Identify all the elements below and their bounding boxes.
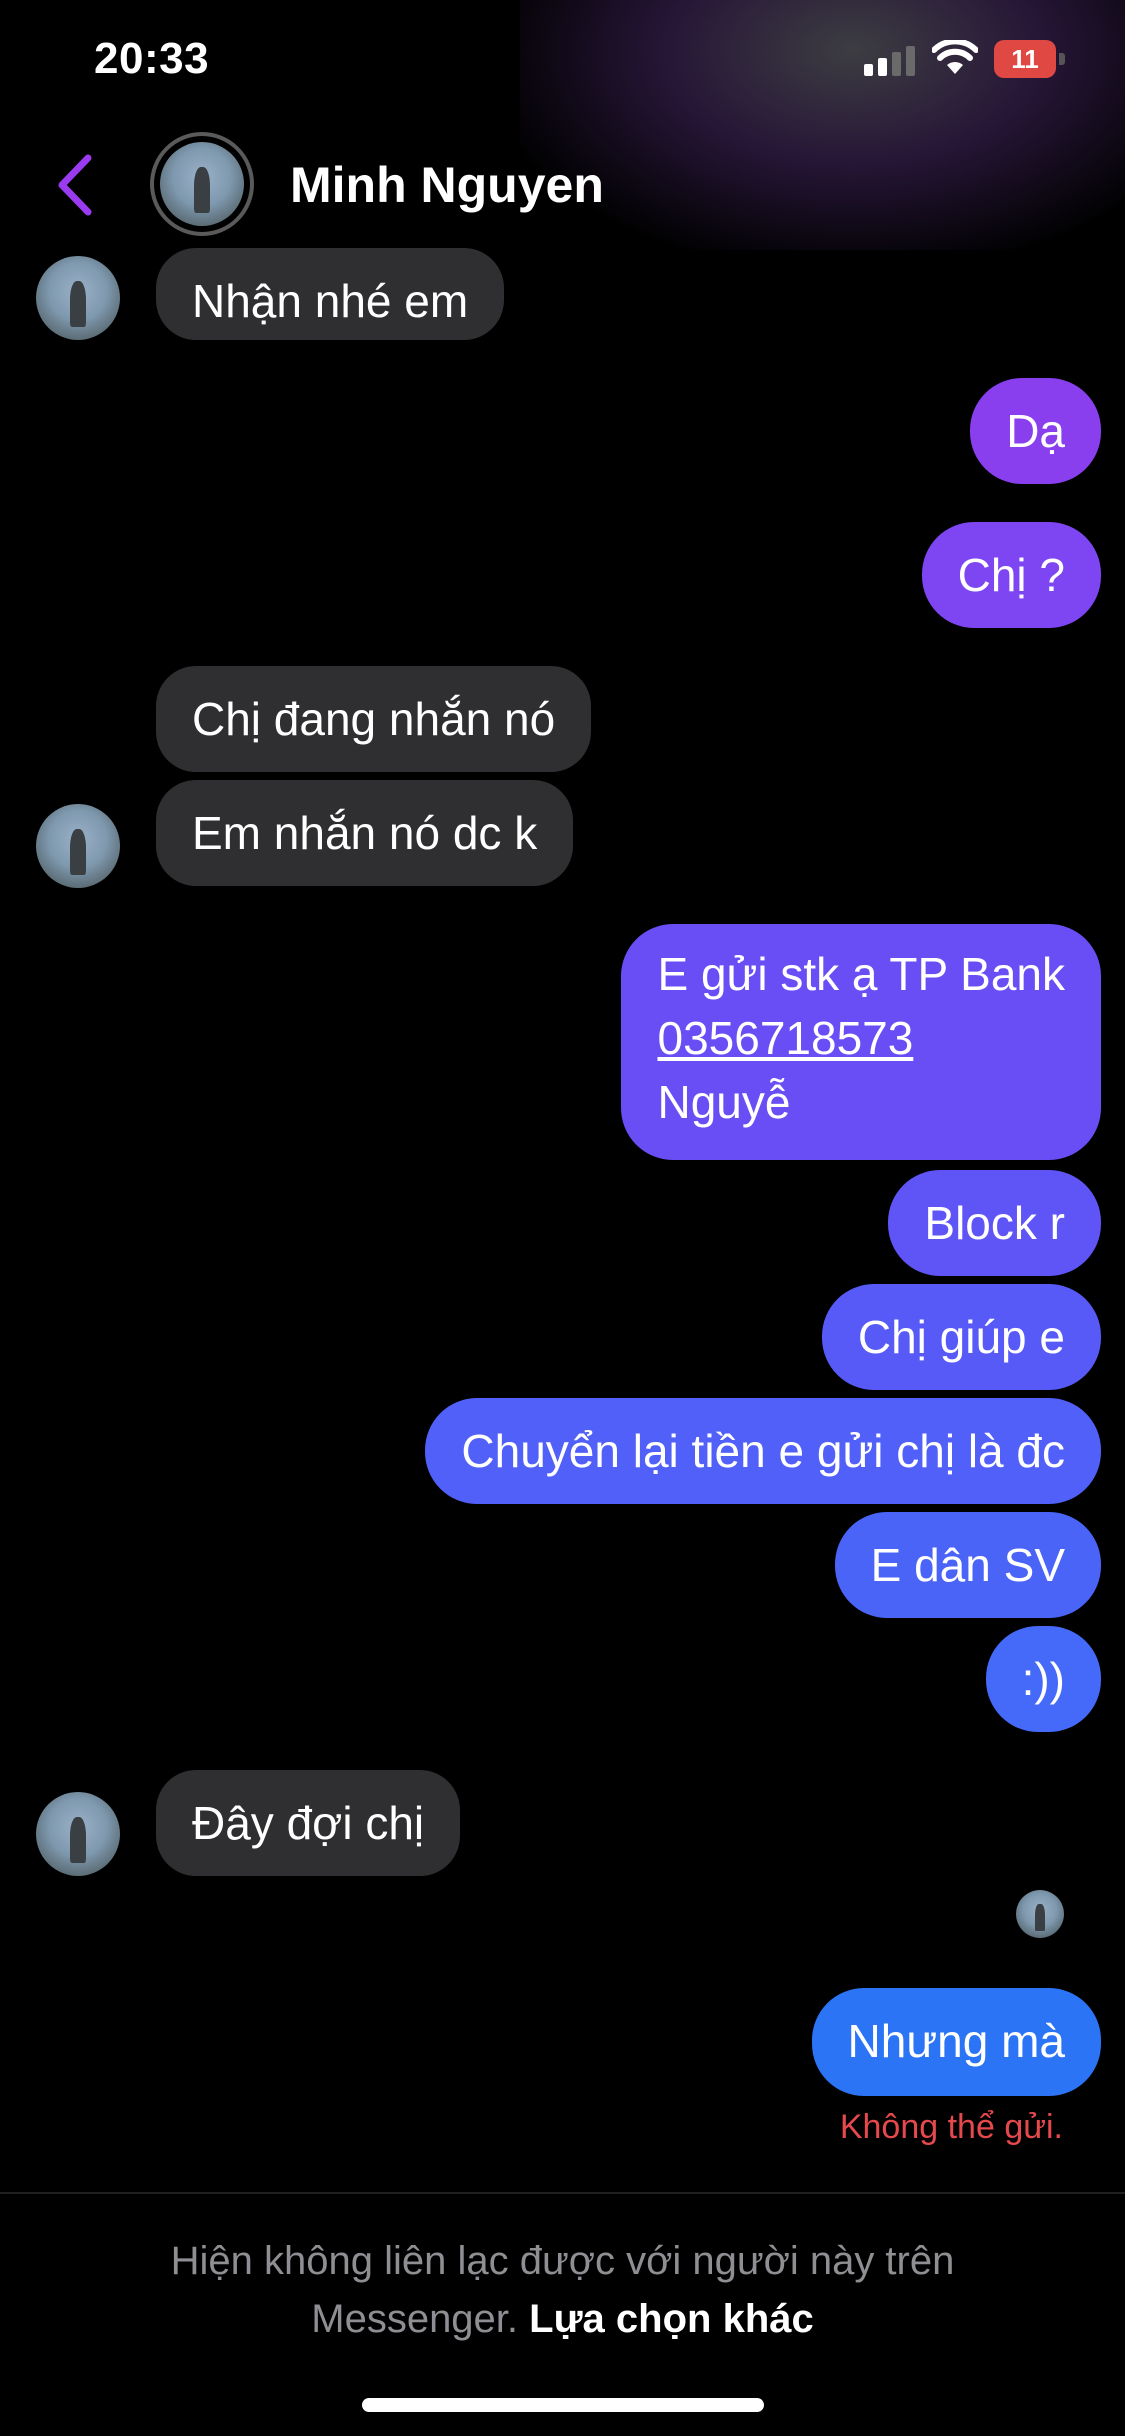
send-error-label[interactable]: Không thể gửi.	[840, 2108, 1063, 2147]
notice-text: Messenger.	[311, 2297, 519, 2341]
notice-line-1: Hiện không liên lạc được với người này t…	[170, 2239, 955, 2283]
seen-receipt-avatar	[1016, 1890, 1064, 1938]
home-indicator[interactable]	[362, 2398, 764, 2412]
battery-percentage: 11	[1011, 44, 1039, 74]
message-bubble-sent[interactable]: :))	[985, 1626, 1101, 1732]
message-bubble-sent[interactable]: Chị ?	[921, 522, 1101, 628]
battery-icon: 11	[994, 40, 1066, 78]
message-bubble-sent[interactable]: Chị giúp e	[821, 1284, 1101, 1390]
message-bubble-sent[interactable]: Chuyển lại tiền e gửi chị là đc	[425, 1398, 1101, 1504]
status-time: 20:33	[94, 34, 210, 83]
message-bubble-received[interactable]: Đây đợi chị	[156, 1770, 461, 1876]
back-chevron-icon[interactable]	[52, 150, 100, 220]
message-bubble-sent-multiline[interactable]: E gửi stk ạ TP Bank 0356718573 Nguyễ	[621, 924, 1101, 1160]
message-bubble-received[interactable]: Em nhắn nó dc k	[156, 780, 574, 886]
message-line: E gửi stk ạ TP Bank	[657, 948, 1065, 1000]
message-bubble-sent[interactable]: Dạ	[970, 378, 1101, 484]
contact-name[interactable]: Minh Nguyen	[290, 156, 604, 214]
notice-line-2: Messenger. Lựa chọn khác	[0, 2290, 1125, 2348]
message-line: Nguyễ	[657, 1076, 791, 1128]
account-number-link[interactable]: 0356718573	[657, 1006, 1065, 1070]
contact-avatar[interactable]	[150, 132, 254, 236]
wifi-icon	[932, 40, 978, 74]
header-background-glow	[520, 0, 1125, 250]
unavailable-notice: Hiện không liên lạc được với người này t…	[0, 2232, 1125, 2348]
message-bubble-sent[interactable]: Block r	[888, 1170, 1101, 1276]
sender-avatar[interactable]	[36, 804, 120, 888]
message-bubble-sent[interactable]: E dân SV	[834, 1512, 1101, 1618]
message-bubble-sent[interactable]: Nhưng mà	[811, 1988, 1101, 2096]
contact-avatar-image	[160, 142, 244, 226]
battery-cap	[1059, 53, 1065, 65]
sender-avatar[interactable]	[36, 1792, 120, 1876]
cellular-signal-icon	[864, 46, 916, 76]
composer-divider	[0, 2192, 1125, 2194]
other-options-link[interactable]: Lựa chọn khác	[529, 2297, 814, 2341]
message-bubble-received[interactable]: Nhận nhé em	[156, 248, 505, 340]
sender-avatar[interactable]	[36, 256, 120, 340]
message-bubble-received[interactable]: Chị đang nhắn nó	[156, 666, 592, 772]
